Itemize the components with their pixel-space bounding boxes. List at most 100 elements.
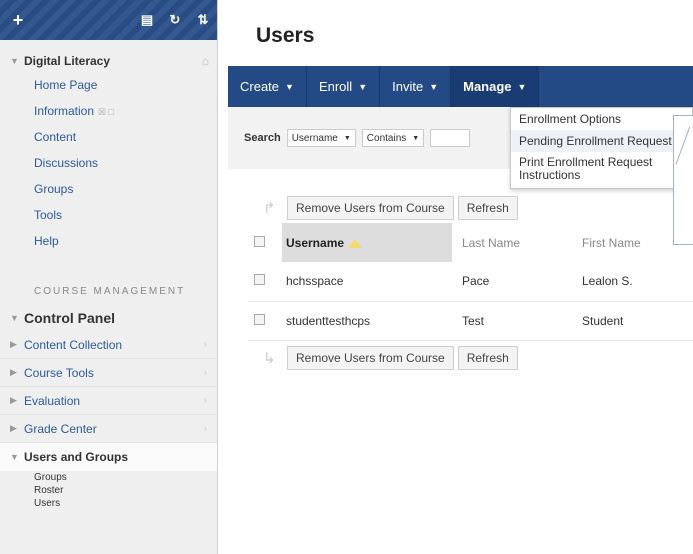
bulk-arrow-icon: ↳ — [263, 350, 276, 367]
create-menu-button[interactable]: Create ▼ — [228, 66, 307, 107]
menu-item-label: Content — [34, 130, 77, 144]
cp-item-grade-center[interactable]: ▶ Grade Center › — [0, 415, 217, 443]
cp-item-label: Course Tools — [24, 365, 94, 380]
expand-caret-icon: ▶ — [10, 339, 17, 349]
table-header-row: Username Last Name First Name — [248, 223, 693, 262]
menu-item-label: Home Page — [34, 78, 98, 92]
search-field-select[interactable]: Username ▼ — [286, 129, 356, 147]
collapse-caret-icon[interactable]: ▼ — [10, 56, 24, 66]
menu-item-label: Help — [34, 234, 59, 248]
menu-item-discussions[interactable]: Discussions — [0, 150, 217, 176]
column-header-username[interactable]: Username — [282, 223, 452, 262]
action-label: Enroll — [318, 79, 353, 94]
menu-item-enrollment-options[interactable]: Enrollment Options — [511, 108, 692, 130]
select-value: Username — [291, 132, 338, 144]
course-management-heading: COURSE MANAGEMENT — [34, 286, 186, 297]
callout-overlay — [673, 115, 693, 245]
row-select-cell — [248, 262, 282, 302]
chevron-right-icon: › — [203, 367, 207, 378]
select-value: Contains — [366, 132, 407, 144]
control-panel-header[interactable]: ▼ Control Panel — [0, 297, 217, 327]
select-all-checkbox[interactable] — [254, 235, 265, 247]
main-content: Users Create ▼ Enroll ▼ Invite ▼ Manage ▼ Se… — [218, 0, 693, 554]
reorder-icon[interactable]: ⇅ — [195, 12, 211, 28]
home-icon[interactable]: ⌂ — [202, 54, 209, 68]
row-checkbox[interactable] — [254, 274, 265, 286]
column-header-last-name[interactable]: Last Name — [452, 223, 572, 262]
chevron-right-icon: › — [203, 395, 207, 406]
bulk-actions-bottom: ↳ Remove Users from Course Refresh — [263, 346, 522, 370]
expand-caret-icon: ▶ — [10, 395, 17, 405]
last-name-cell: Test — [452, 301, 572, 341]
menu-item-pending-enrollment-request[interactable]: Pending Enrollment Request — [511, 130, 692, 152]
manage-dropdown-menu: Enrollment Options Pending Enrollment Re… — [510, 107, 693, 189]
collapse-caret-icon: ▼ — [10, 313, 19, 323]
action-label: Manage — [463, 79, 512, 94]
chevron-down-icon: ▼ — [517, 81, 527, 92]
menu-item-home-page[interactable]: Home Page — [0, 72, 217, 98]
control-panel-title: Control Panel — [24, 310, 116, 326]
callout-pointer-line — [675, 126, 691, 165]
search-input[interactable] — [430, 129, 471, 147]
sort-ascending-icon — [348, 238, 363, 248]
collapse-caret-icon: ▼ — [10, 452, 19, 462]
select-all-cell — [248, 223, 282, 262]
cp-item-label: Evaluation — [24, 393, 81, 408]
cp-item-content-collection[interactable]: ▶ Content Collection › — [0, 331, 217, 359]
expand-caret-icon: ▶ — [10, 367, 17, 377]
menu-item-print-enrollment-request-instructions[interactable]: Print Enrollment Request Instructions — [511, 152, 692, 188]
menu-item-label: Discussions — [34, 156, 99, 170]
cp-item-label: Content Collection — [24, 337, 123, 352]
expand-caret-icon: ▶ — [10, 423, 17, 433]
first-name-cell: Lealon S. — [572, 262, 693, 302]
username-cell[interactable]: studenttesthcps — [282, 301, 452, 341]
search-label: Search — [244, 132, 281, 144]
manage-menu-button[interactable]: Manage ▼ — [451, 66, 540, 107]
chevron-down-icon: ▼ — [358, 81, 368, 92]
refresh-button[interactable]: Refresh — [457, 196, 518, 220]
row-select-cell — [248, 301, 282, 341]
menu-item-label: Tools — [34, 208, 63, 222]
refresh-button[interactable]: Refresh — [457, 346, 518, 370]
menu-item-help[interactable]: Help — [0, 228, 217, 254]
column-label: Username — [286, 235, 345, 250]
users-table: Username Last Name First Name hchsspace … — [248, 223, 693, 341]
bulk-actions-top: ↱ Remove Users from Course Refresh — [263, 196, 522, 220]
menu-item-groups[interactable]: Groups — [0, 176, 217, 202]
remove-users-button[interactable]: Remove Users from Course — [287, 346, 454, 370]
sidebar-toolbar: + ▤ ↻ ⇅ — [0, 0, 217, 40]
sub-link-roster[interactable]: Roster — [0, 484, 217, 497]
cp-item-evaluation[interactable]: ▶ Evaluation › — [0, 387, 217, 415]
cp-item-label: Users and Groups — [24, 450, 129, 464]
add-menu-item-icon[interactable]: + — [6, 10, 30, 31]
invite-menu-button[interactable]: Invite ▼ — [380, 66, 452, 107]
action-bar: Create ▼ Enroll ▼ Invite ▼ Manage ▼ — [228, 66, 693, 107]
menu-item-label: Information — [34, 104, 95, 118]
menu-item-information[interactable]: Information ☒ □ — [0, 98, 217, 124]
page-title: Users — [256, 24, 315, 47]
remove-users-button[interactable]: Remove Users from Course — [287, 196, 454, 220]
cp-item-label: Grade Center — [24, 421, 97, 436]
bulk-arrow-icon: ↱ — [263, 200, 276, 217]
enroll-menu-button[interactable]: Enroll ▼ — [307, 66, 381, 107]
menu-item-tools[interactable]: Tools — [0, 202, 217, 228]
course-title: Digital Literacy — [24, 54, 111, 68]
search-operator-select[interactable]: Contains ▼ — [361, 129, 425, 147]
folder-view-icon[interactable]: ▤ — [139, 12, 155, 28]
course-header[interactable]: ▼ Digital Literacy ⌂ — [0, 40, 217, 72]
control-panel-items: ▶ Content Collection › ▶ Course Tools › … — [0, 331, 217, 510]
menu-item-content[interactable]: Content — [0, 124, 217, 150]
sub-link-groups[interactable]: Groups — [0, 471, 217, 484]
sub-link-users[interactable]: Users — [0, 497, 217, 510]
table-row: hchsspace Pace Lealon S. — [248, 262, 693, 302]
chevron-right-icon: › — [203, 423, 207, 434]
cp-item-course-tools[interactable]: ▶ Course Tools › — [0, 359, 217, 387]
chevron-down-icon: ▼ — [343, 134, 351, 142]
username-cell[interactable]: hchsspace — [282, 262, 452, 302]
row-checkbox[interactable] — [254, 313, 265, 325]
refresh-icon[interactable]: ↻ — [167, 12, 183, 28]
first-name-cell: Student — [572, 301, 693, 341]
last-name-cell: Pace — [452, 262, 572, 302]
chevron-right-icon: › — [203, 339, 207, 350]
cp-item-users-and-groups[interactable]: ▼ Users and Groups — [0, 443, 217, 471]
